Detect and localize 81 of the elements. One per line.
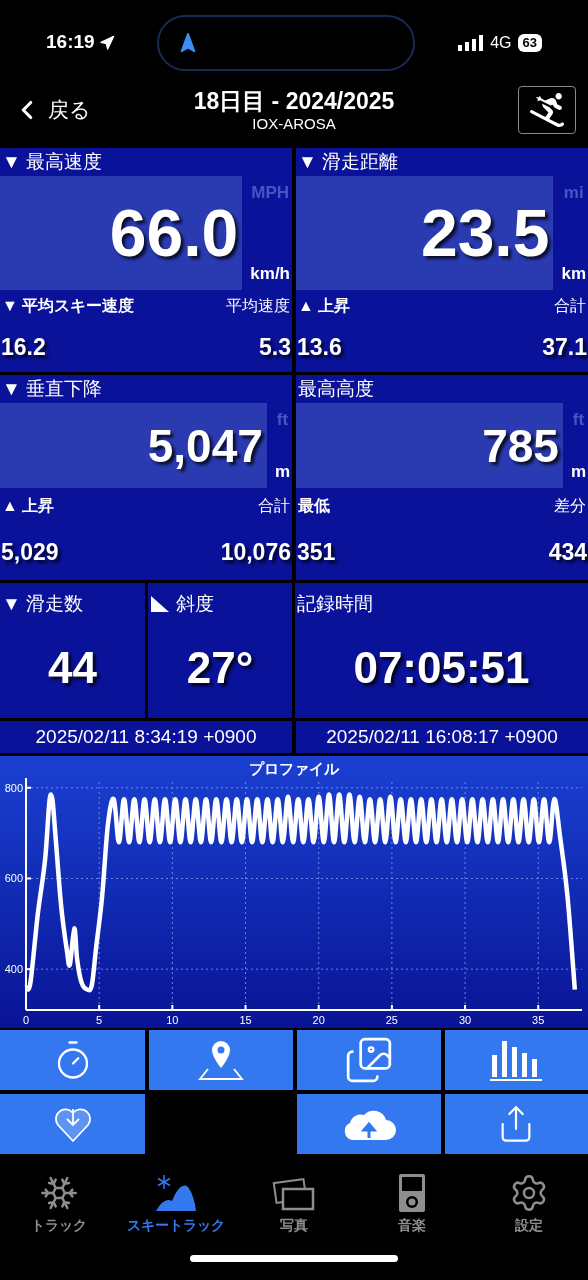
stat-value: 5,047 [147, 422, 263, 469]
stat-value: 27° [186, 645, 254, 690]
tab-bar-item[interactable]: 設定 [470, 1160, 588, 1236]
tab-bar-item[interactable]: スキートラック [117, 1160, 236, 1236]
header-subtitle: IOX-AROSA [252, 115, 336, 133]
unit-alt-label: ft [572, 411, 585, 428]
location-arrow-icon [98, 34, 115, 51]
stat-label: 斜度 [176, 591, 214, 616]
x-tick-label: 0 [22, 1014, 30, 1026]
sub-value: 434 [548, 537, 587, 567]
timestamp-cell: 2025/02/11 8:34:19 +0900 [0, 721, 292, 753]
statistics-button[interactable] [444, 1030, 588, 1090]
battery-indicator: 63 [517, 33, 542, 52]
stat-label: ▼ 滑走距離 [297, 150, 400, 174]
sub-value: 13.6 [297, 332, 342, 362]
sub-value: 16.2 [1, 332, 46, 362]
share-button[interactable] [444, 1094, 588, 1154]
unit-label: m [274, 463, 290, 480]
stat-label: ▼ 滑走数 [2, 591, 84, 616]
status-time: 16:19 [46, 30, 95, 55]
upload-button[interactable] [297, 1094, 441, 1154]
y-tick-label: 800 [4, 781, 23, 794]
health-button[interactable] [0, 1094, 145, 1154]
mountain-snowflake-icon [154, 1173, 199, 1213]
stat-value: 07:05:51 [353, 645, 530, 690]
unit-alt-label: MPH [251, 184, 290, 201]
x-tick-label: 15 [239, 1014, 252, 1026]
stat-label: ▼ 垂直下降 [1, 377, 104, 401]
sub-value: 351 [297, 537, 336, 567]
stat-value: 23.5 [420, 200, 550, 266]
y-tick-label: 400 [4, 963, 23, 976]
music-player-icon [397, 1173, 426, 1213]
sub-value: 10,076 [220, 537, 291, 567]
x-tick-label: 25 [385, 1014, 398, 1026]
x-tick-label: 30 [458, 1014, 472, 1026]
x-tick-label: 20 [312, 1014, 325, 1026]
sub-label: 合計 [258, 496, 290, 516]
stat-label: ▼ 最高速度 [1, 150, 104, 174]
stopwatch-button[interactable] [0, 1030, 145, 1090]
stat-value: 66.0 [109, 200, 239, 266]
back-button[interactable]: 戻る [12, 94, 122, 126]
skier-icon [530, 93, 564, 127]
timestamp-cell: 2025/02/11 16:08:17 +0900 [296, 721, 588, 753]
sub-label: 最低 [298, 496, 330, 516]
tab-bar-item[interactable]: 写真 [235, 1160, 353, 1236]
unit-label: km/h [250, 265, 290, 282]
sub-label: ▼ 平均スキー速度 [2, 296, 135, 316]
header-title: 18日目 - 2024/2025 [193, 87, 395, 115]
unit-label: m [570, 463, 586, 480]
sub-label: ▲ 上昇 [2, 496, 55, 516]
sub-value: 5,029 [1, 537, 59, 567]
signal-icon [458, 34, 485, 51]
sub-label: ▲ 上昇 [298, 296, 351, 316]
unit-label: km [561, 265, 586, 282]
map-button[interactable] [149, 1030, 293, 1090]
sub-label: 差分 [554, 496, 586, 516]
map-pin-icon [196, 1039, 246, 1081]
unit-alt-label: mi [563, 184, 584, 201]
heart-download-icon [52, 1105, 93, 1143]
tab-bar-item[interactable]: トラック [0, 1160, 118, 1236]
stat-value: 44 [48, 645, 97, 690]
x-tick-label: 10 [166, 1014, 179, 1026]
network-label: 4G [490, 32, 512, 53]
photos-icon [272, 1177, 316, 1213]
x-tick-label: 35 [532, 1014, 545, 1026]
stat-label: 最高高度 [297, 377, 375, 401]
stat-value: 785 [482, 422, 559, 469]
photos-button[interactable] [297, 1030, 441, 1090]
sub-label: 平均速度 [226, 296, 290, 316]
sub-value: 37.1 [542, 332, 587, 362]
sub-value: 5.3 [259, 332, 291, 362]
stat-label: 記録時間 [297, 591, 373, 616]
bar-chart-icon [490, 1039, 543, 1081]
tab-bar-item[interactable]: 音楽 [352, 1160, 471, 1236]
sub-label: 合計 [554, 296, 586, 316]
y-tick-label: 600 [4, 872, 23, 885]
chart-title: プロファイル [249, 761, 339, 776]
unit-alt-label: ft [276, 411, 289, 428]
ski-mode-button[interactable] [518, 86, 576, 134]
slope-icon [150, 595, 170, 613]
x-tick-label: 5 [96, 1014, 103, 1026]
